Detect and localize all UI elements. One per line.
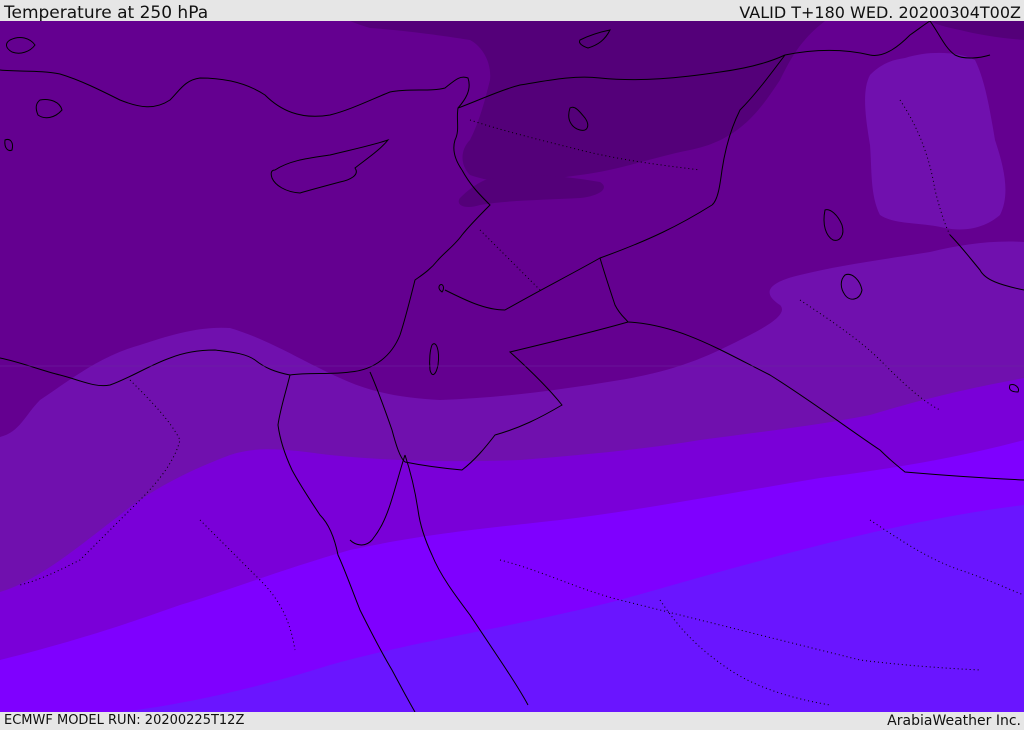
map-title: Temperature at 250 hPa [4, 3, 209, 23]
model-run-text: ECMWF MODEL RUN: 20200225T12Z [4, 713, 245, 728]
footer-bar: ECMWF MODEL RUN: 20200225T12Z ArabiaWeat… [0, 712, 1024, 729]
header-bar: Temperature at 250 hPa VALID T+180 WED. … [0, 0, 1024, 23]
credit-text: ArabiaWeather Inc. [887, 713, 1021, 729]
temperature-map[interactable] [0, 21, 1024, 712]
map-canvas[interactable] [0, 21, 1024, 712]
valid-time: VALID T+180 WED. 20200304T00Z [739, 3, 1021, 22]
